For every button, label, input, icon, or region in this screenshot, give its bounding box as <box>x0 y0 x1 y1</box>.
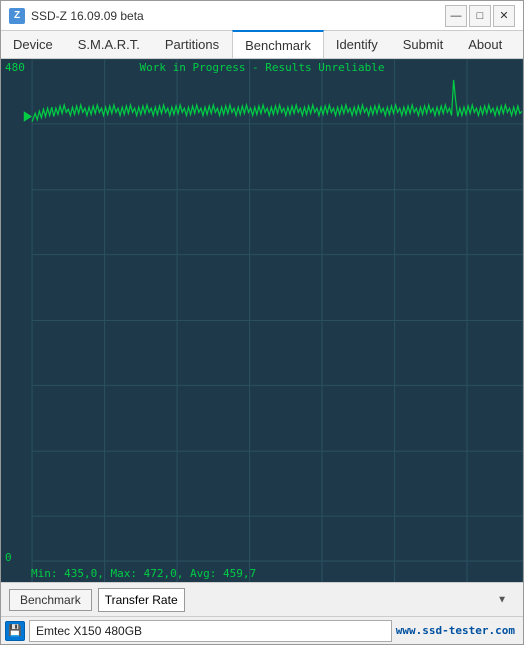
menu-item-benchmark[interactable]: Benchmark <box>232 30 324 58</box>
y-axis-min-label: 0 <box>5 551 12 564</box>
bottom-controls: Benchmark Transfer Rate Access Time IOPS… <box>1 582 523 616</box>
transfer-rate-select[interactable]: Transfer Rate Access Time IOPS <box>98 588 185 612</box>
menu-item-device[interactable]: Device <box>1 31 66 58</box>
chart-status-text: Work in Progress - Results Unreliable <box>139 61 384 74</box>
drive-icon: 💾 <box>5 621 25 641</box>
main-window: Z SSD-Z 16.09.09 beta — □ ✕ Device S.M.A… <box>0 0 524 645</box>
chart-svg <box>1 59 523 582</box>
device-label: Emtec X150 480GB <box>29 620 392 642</box>
dropdown-arrow-icon: ▼ <box>497 594 507 605</box>
menu-item-smart[interactable]: S.M.A.R.T. <box>66 31 153 58</box>
status-bar: 💾 Emtec X150 480GB www.ssd-tester.com <box>1 616 523 644</box>
menu-bar: Device S.M.A.R.T. Partitions Benchmark I… <box>1 31 523 59</box>
title-bar: Z SSD-Z 16.09.09 beta — □ ✕ <box>1 1 523 31</box>
minimize-button[interactable]: — <box>445 5 467 27</box>
maximize-button[interactable]: □ <box>469 5 491 27</box>
benchmark-chart: 480 0 Work in Progress - Results Unrelia… <box>1 59 523 582</box>
dropdown-wrapper: Transfer Rate Access Time IOPS ▼ <box>98 588 515 612</box>
menu-item-about[interactable]: About <box>456 31 515 58</box>
website-label: www.ssd-tester.com <box>396 624 519 637</box>
close-button[interactable]: ✕ <box>493 5 515 27</box>
y-axis-max-label: 480 <box>5 61 25 74</box>
menu-item-partitions[interactable]: Partitions <box>153 31 232 58</box>
app-icon: Z <box>9 8 25 24</box>
window-title: SSD-Z 16.09.09 beta <box>31 9 445 23</box>
waveform-line <box>32 80 522 122</box>
menu-item-identify[interactable]: Identify <box>324 31 391 58</box>
chart-stats-text: Min: 435,0, Max: 472,0, Avg: 459,7 <box>31 567 256 580</box>
window-controls: — □ ✕ <box>445 5 515 27</box>
benchmark-button[interactable]: Benchmark <box>9 589 92 611</box>
menu-item-submit[interactable]: Submit <box>391 31 456 58</box>
